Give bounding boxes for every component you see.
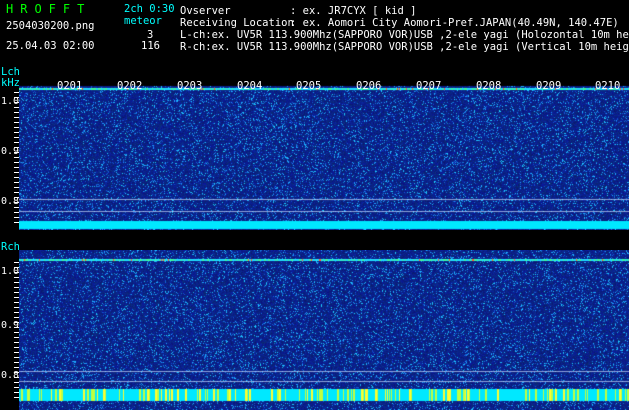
lch-unit-label: kHz bbox=[1, 77, 20, 89]
scale-tick bbox=[14, 92, 19, 93]
scale-tick bbox=[14, 337, 19, 338]
scale-tick bbox=[14, 107, 19, 108]
scale-tick bbox=[14, 332, 19, 333]
location-value: : ex. Aomori City Aomori-Pref.JAPAN(40.4… bbox=[290, 17, 619, 29]
scale-tick bbox=[14, 112, 19, 113]
observer-label: Ovserver bbox=[180, 5, 231, 17]
scale-tick bbox=[14, 392, 19, 393]
lch-receiver-info: L-ch:ex. UV5R 113.900Mhz(SAPPORO VOR)USB… bbox=[180, 29, 629, 41]
scale-tick bbox=[14, 302, 19, 303]
scale-tick bbox=[14, 212, 19, 213]
time-mark-0206: 0206 bbox=[356, 80, 382, 92]
scale-tick bbox=[14, 347, 19, 348]
scale-tick bbox=[14, 387, 19, 388]
scale-tick bbox=[14, 292, 19, 293]
scale-tick bbox=[14, 352, 19, 353]
time-mark-0204: 0204 bbox=[237, 80, 263, 92]
scale-tick bbox=[14, 137, 19, 138]
scale-tick bbox=[14, 202, 19, 203]
rch-receiver-info: R-ch:ex. UV5R 113.900Mhz(SAPPORO VOR)USB… bbox=[180, 41, 629, 53]
scale-tick bbox=[14, 197, 19, 198]
scale-tick bbox=[14, 372, 19, 373]
scale-tick bbox=[14, 307, 19, 308]
scale-tick bbox=[14, 342, 19, 343]
scale-tick bbox=[14, 297, 19, 298]
scale-tick bbox=[14, 312, 19, 313]
app-brand: HROFFT bbox=[6, 2, 92, 16]
scale-tick bbox=[14, 152, 19, 153]
time-mark-0203: 0203 bbox=[177, 80, 203, 92]
datetime: 25.04.03 02:00 bbox=[6, 40, 95, 52]
scale-tick bbox=[14, 157, 19, 158]
scale-tick bbox=[14, 327, 19, 328]
scale-tick bbox=[14, 362, 19, 363]
scale-tick bbox=[14, 222, 19, 223]
scale-tick bbox=[14, 287, 19, 288]
meteor-label: meteor bbox=[124, 15, 162, 27]
time-mark-0209: 0209 bbox=[536, 80, 562, 92]
observer-value: : ex. JR7CYX [ kid ] bbox=[290, 5, 417, 17]
rch-spectrogram bbox=[19, 250, 629, 410]
filename: 2504030200.png bbox=[6, 20, 95, 32]
time-mark-0202: 0202 bbox=[117, 80, 143, 92]
scale-tick bbox=[14, 182, 19, 183]
scale-tick bbox=[14, 127, 19, 128]
scale-tick bbox=[14, 267, 19, 268]
scale-tick bbox=[14, 192, 19, 193]
scale-tick bbox=[14, 142, 19, 143]
scale-tick bbox=[14, 317, 19, 318]
time-mark-0207: 0207 bbox=[416, 80, 442, 92]
scale-tick bbox=[14, 162, 19, 163]
scale-tick bbox=[14, 207, 19, 208]
scale-tick bbox=[14, 377, 19, 378]
scale-tick bbox=[14, 277, 19, 278]
scale-tick bbox=[14, 367, 19, 368]
scale-tick bbox=[14, 397, 19, 398]
lch-spectrogram bbox=[19, 80, 629, 230]
scale-tick bbox=[14, 97, 19, 98]
scale-tick bbox=[14, 132, 19, 133]
scale-tick bbox=[14, 282, 19, 283]
scale-tick bbox=[14, 262, 19, 263]
scale-tick bbox=[14, 357, 19, 358]
scale-tick bbox=[14, 122, 19, 123]
location-label: Receiving Location bbox=[180, 17, 294, 29]
scale-tick bbox=[14, 382, 19, 383]
scale-tick bbox=[14, 147, 19, 148]
scale-tick bbox=[14, 102, 19, 103]
time-mark-0201: 0201 bbox=[57, 80, 83, 92]
mode-label: 2ch 0:30 bbox=[124, 3, 175, 15]
rch-label: Rch bbox=[1, 241, 20, 253]
scale-tick bbox=[14, 322, 19, 323]
rch-meteor-count: 116 bbox=[141, 40, 160, 52]
scale-tick bbox=[14, 117, 19, 118]
scale-tick bbox=[14, 272, 19, 273]
time-mark-0205: 0205 bbox=[296, 80, 322, 92]
scale-tick bbox=[14, 167, 19, 168]
scale-tick bbox=[14, 177, 19, 178]
time-mark-0210: 0210 bbox=[595, 80, 621, 92]
scale-tick bbox=[14, 172, 19, 173]
time-mark-0208: 0208 bbox=[476, 80, 502, 92]
scale-tick bbox=[14, 187, 19, 188]
scale-tick bbox=[14, 217, 19, 218]
